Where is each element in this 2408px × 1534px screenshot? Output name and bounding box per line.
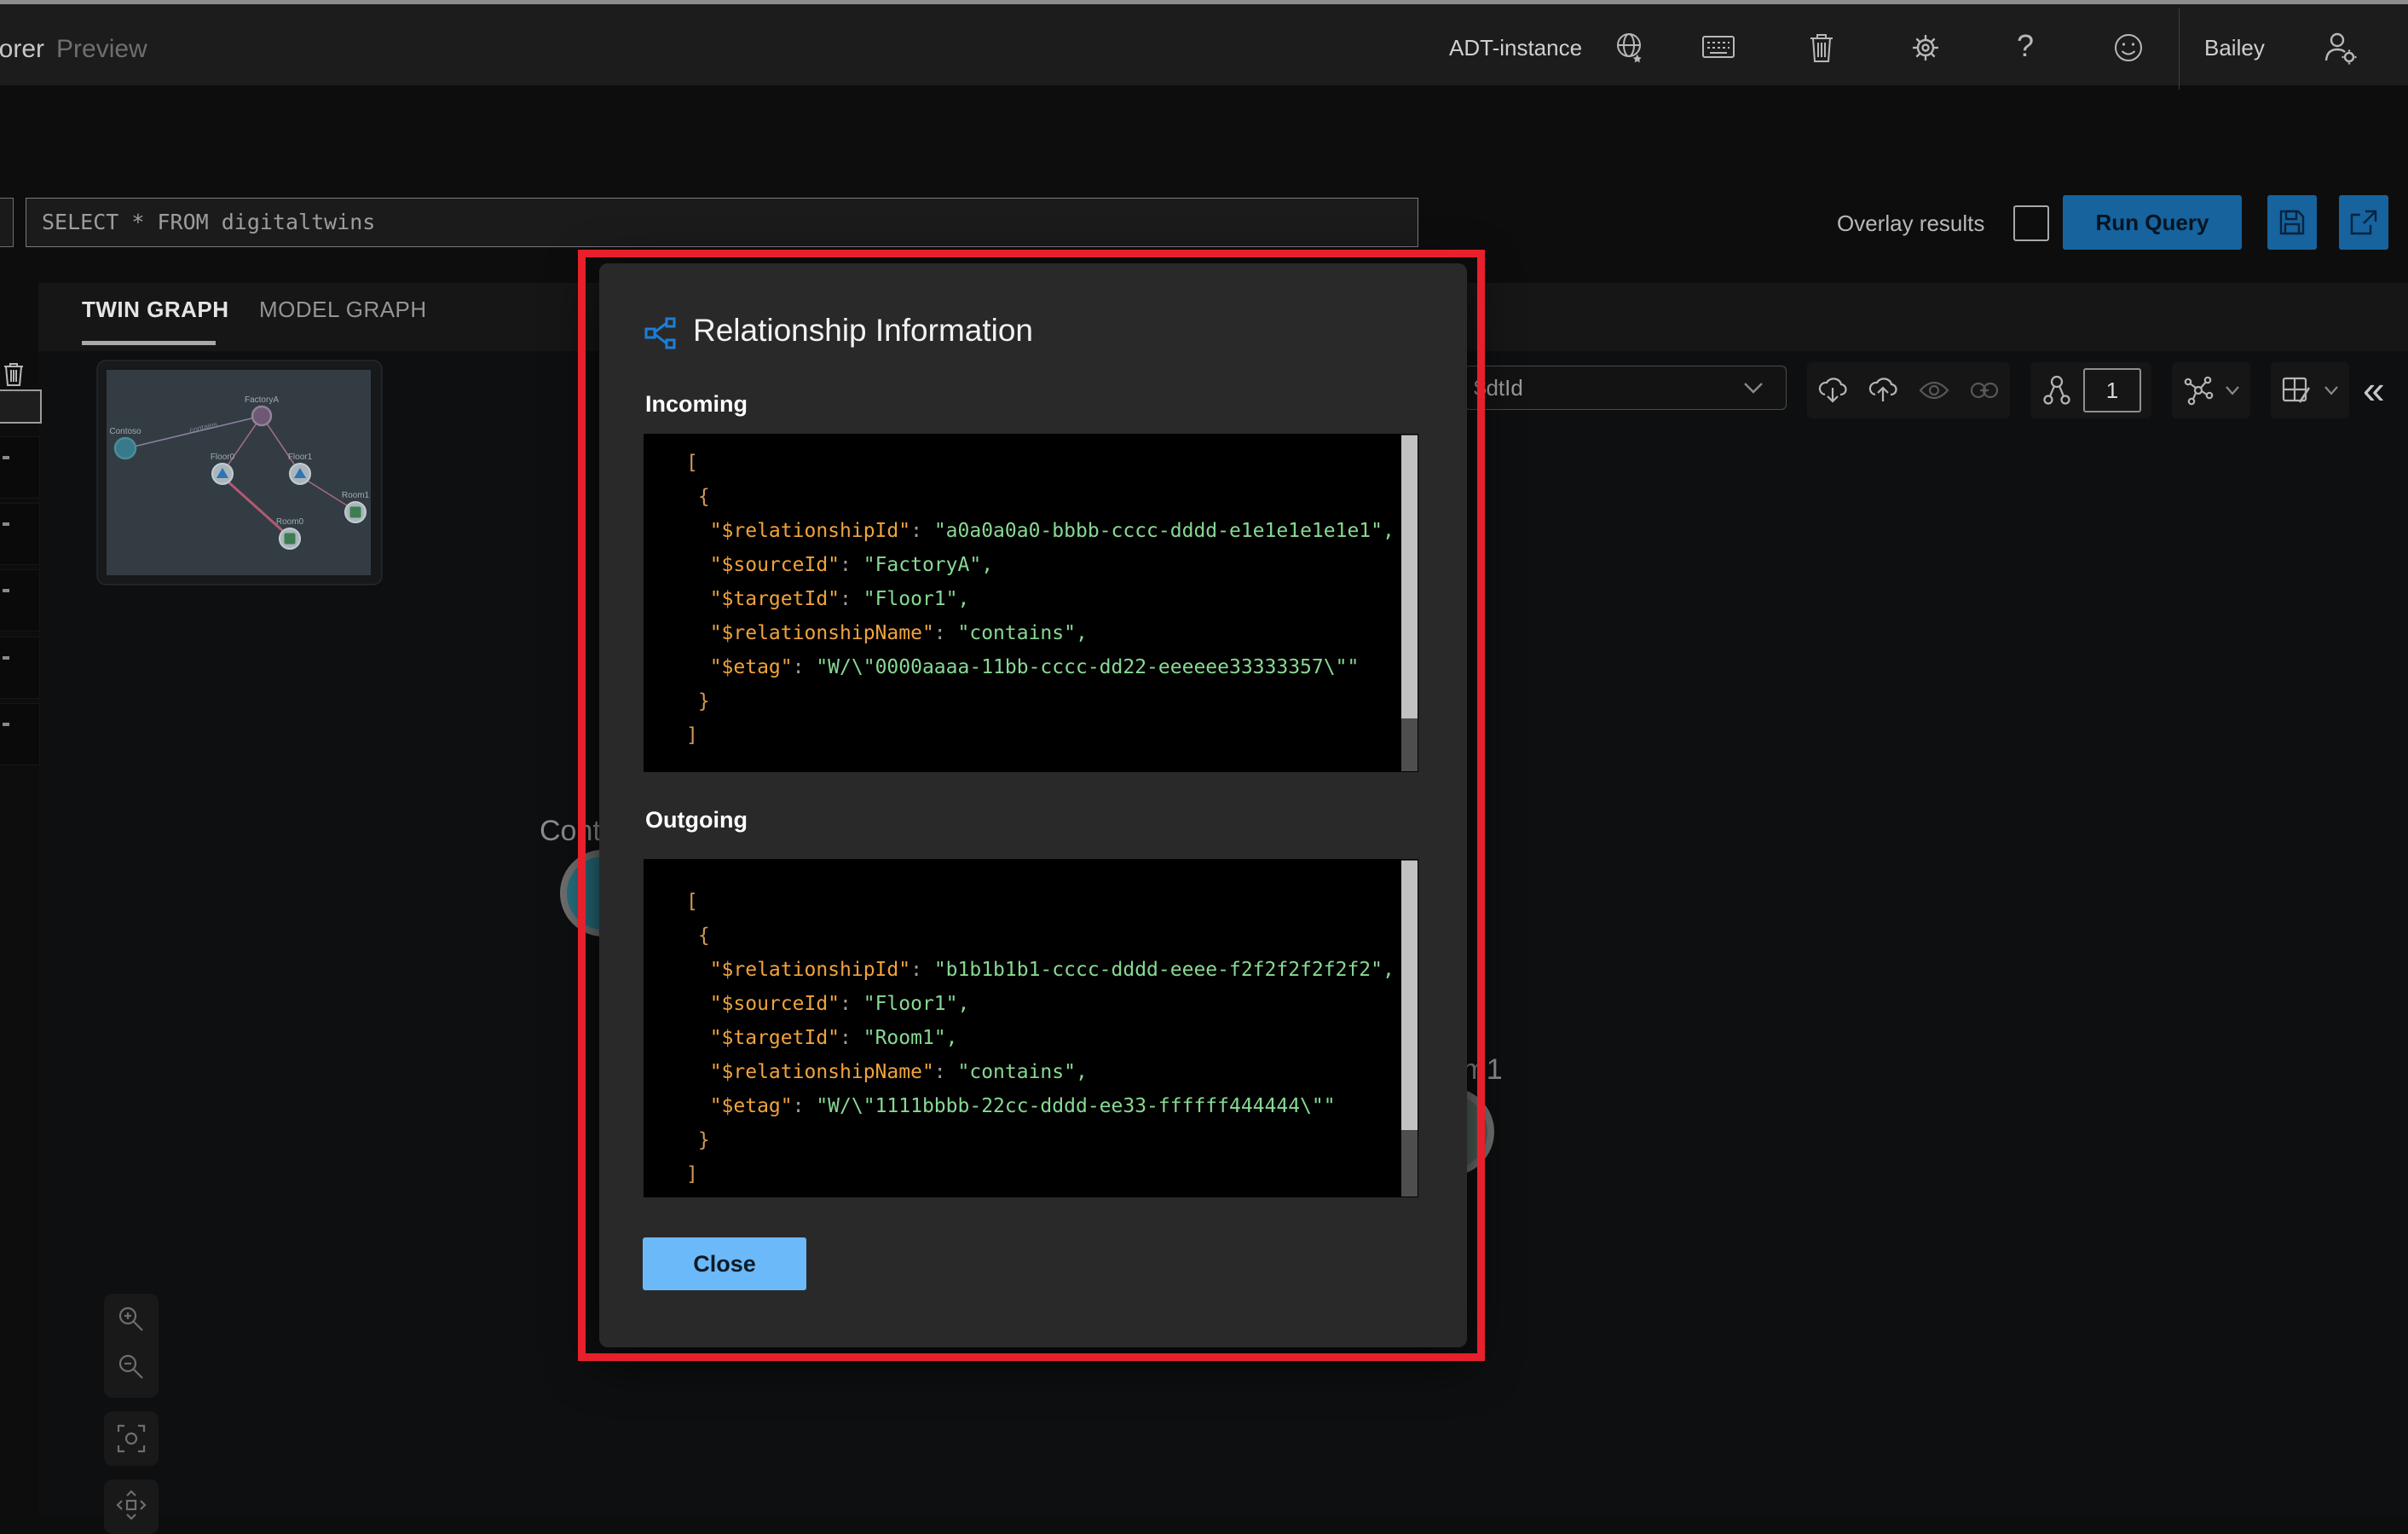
incoming-json-viewer[interactable]: [ { "$relationshipId": "a0a0a0a0-bbbb-cc… <box>644 434 1418 772</box>
zoom-controls <box>104 1294 159 1398</box>
chevron-down-icon[interactable] <box>2323 384 2340 396</box>
minimap-node-label: Floor1 <box>288 453 313 462</box>
share-icon <box>2348 208 2379 237</box>
collapse-panel-icon[interactable]: « <box>2363 366 2385 412</box>
tab-model-graph[interactable]: MODEL GRAPH <box>259 297 427 323</box>
settings-icon[interactable] <box>1909 32 1942 64</box>
person-expansion-icon[interactable] <box>2041 373 2073 407</box>
tab-twin-graph[interactable]: TWIN GRAPH <box>82 297 229 323</box>
save-icon <box>2278 208 2307 237</box>
graph-io-toolbar <box>1807 362 2010 418</box>
outgoing-json-viewer[interactable]: [ { "$relationshipId": "b1b1b1b1-cccc-dd… <box>644 859 1418 1197</box>
graph-overview-minimap[interactable]: contains FactoryA Contoso Floor0 Floor1 … <box>96 360 383 585</box>
preview-badge: Preview <box>56 35 147 63</box>
titlebar-divider <box>2179 9 2180 89</box>
minimap-node-label: Floor0 <box>211 453 235 462</box>
user-settings-icon[interactable] <box>2322 30 2358 66</box>
sidebar-card[interactable] <box>0 436 40 499</box>
sidebar-card[interactable] <box>0 569 40 631</box>
scrollbar-track[interactable] <box>1401 860 1418 1197</box>
minimap-node-label: Room1 <box>342 491 370 500</box>
app-titlebar: lorer Preview ADT-instance <box>0 4 2408 85</box>
zoom-out-icon[interactable] <box>116 1352 147 1382</box>
feedback-smiley-icon[interactable] <box>2112 32 2145 64</box>
chevron-down-icon[interactable] <box>2224 384 2241 396</box>
app-title-fragment: lorer <box>0 35 44 63</box>
property-display-dropdown[interactable]: $dtId <box>1464 366 1787 410</box>
query-selector-fragment[interactable] <box>0 198 14 247</box>
scrollbar-thumb[interactable] <box>1401 435 1418 718</box>
adt-explorer-window: { "window": { "title_fragment": "lorer",… <box>0 0 2408 1515</box>
dialog-title: Relationship Information <box>693 313 1033 349</box>
outgoing-json-code: [ { "$relationshipId": "b1b1b1b1-cccc-dd… <box>686 885 1395 1191</box>
minimap-node-contoso[interactable] <box>115 438 136 458</box>
card-dash <box>3 656 9 660</box>
sidebar-selected-item[interactable] <box>0 389 42 424</box>
export-graph-icon[interactable] <box>1867 376 1899 405</box>
sidebar-card[interactable] <box>0 637 40 699</box>
incoming-section-label: Incoming <box>645 391 748 418</box>
pan-move-icon <box>116 1490 147 1520</box>
overlay-results-checkbox[interactable] <box>2013 205 2049 241</box>
instance-name[interactable]: ADT-instance <box>1449 35 1582 61</box>
import-graph-icon[interactable] <box>1816 376 1849 405</box>
scrollbar-thumb[interactable] <box>1401 861 1418 1130</box>
overlay-results-label: Overlay results <box>1837 210 1984 237</box>
show-relationships-link-icon[interactable] <box>1968 378 2001 403</box>
app-title: lorer Preview <box>0 35 147 64</box>
incoming-json-code: [ { "$relationshipId": "a0a0a0a0-bbbb-cc… <box>686 446 1395 753</box>
outgoing-section-label: Outgoing <box>645 807 748 833</box>
keyboard-shortcuts-icon[interactable] <box>1701 35 1735 61</box>
card-dash <box>3 589 9 592</box>
table-edit-icon[interactable] <box>2280 374 2313 407</box>
card-dash <box>3 456 9 459</box>
sidebar-card[interactable] <box>0 503 40 565</box>
card-dash <box>3 522 9 526</box>
property-dropdown-value: $dtId <box>1474 375 1523 401</box>
scrollbar-track[interactable] <box>1401 435 1418 771</box>
relationship-icon <box>644 316 678 350</box>
center-focus-icon <box>116 1423 147 1454</box>
minimap-node-label: Room0 <box>276 517 304 527</box>
room-square-icon <box>285 533 296 545</box>
delete-all-icon[interactable] <box>1807 32 1836 64</box>
minimap-node-factorya[interactable] <box>252 407 271 425</box>
active-tab-indicator <box>82 341 216 345</box>
layout-control <box>2172 362 2250 418</box>
sidebar-delete-icon[interactable] <box>3 361 25 387</box>
help-icon[interactable]: ? <box>2017 28 2034 64</box>
center-graph-button[interactable] <box>104 1411 159 1466</box>
save-query-button[interactable] <box>2267 195 2317 250</box>
globe-settings-icon[interactable] <box>1613 30 1647 64</box>
close-button[interactable]: Close <box>643 1237 806 1290</box>
user-name[interactable]: Bailey <box>2204 35 2265 61</box>
query-input[interactable]: SELECT * FROM digitaltwins <box>26 198 1418 247</box>
minimap-node-label: Contoso <box>109 427 141 436</box>
zoom-in-icon[interactable] <box>116 1304 147 1335</box>
minimap-node-label: FactoryA <box>245 395 279 405</box>
share-query-button[interactable] <box>2339 195 2388 250</box>
room-square-icon <box>350 507 361 518</box>
pan-mode-button[interactable] <box>104 1479 159 1534</box>
expansion-level-input[interactable]: 1 <box>2083 368 2141 412</box>
table-view-control <box>2271 362 2349 418</box>
chevron-down-icon <box>1741 380 1765 395</box>
graph-layout-icon[interactable] <box>2181 373 2215 407</box>
show-all-eye-icon[interactable] <box>1918 379 1950 401</box>
sidebar-card[interactable] <box>0 703 40 765</box>
expansion-level-control: 1 <box>2030 362 2151 418</box>
run-query-button[interactable]: Run Query <box>2063 195 2242 250</box>
relationship-information-dialog: Relationship Information Incoming [ { "$… <box>599 263 1467 1347</box>
card-dash <box>3 723 9 726</box>
